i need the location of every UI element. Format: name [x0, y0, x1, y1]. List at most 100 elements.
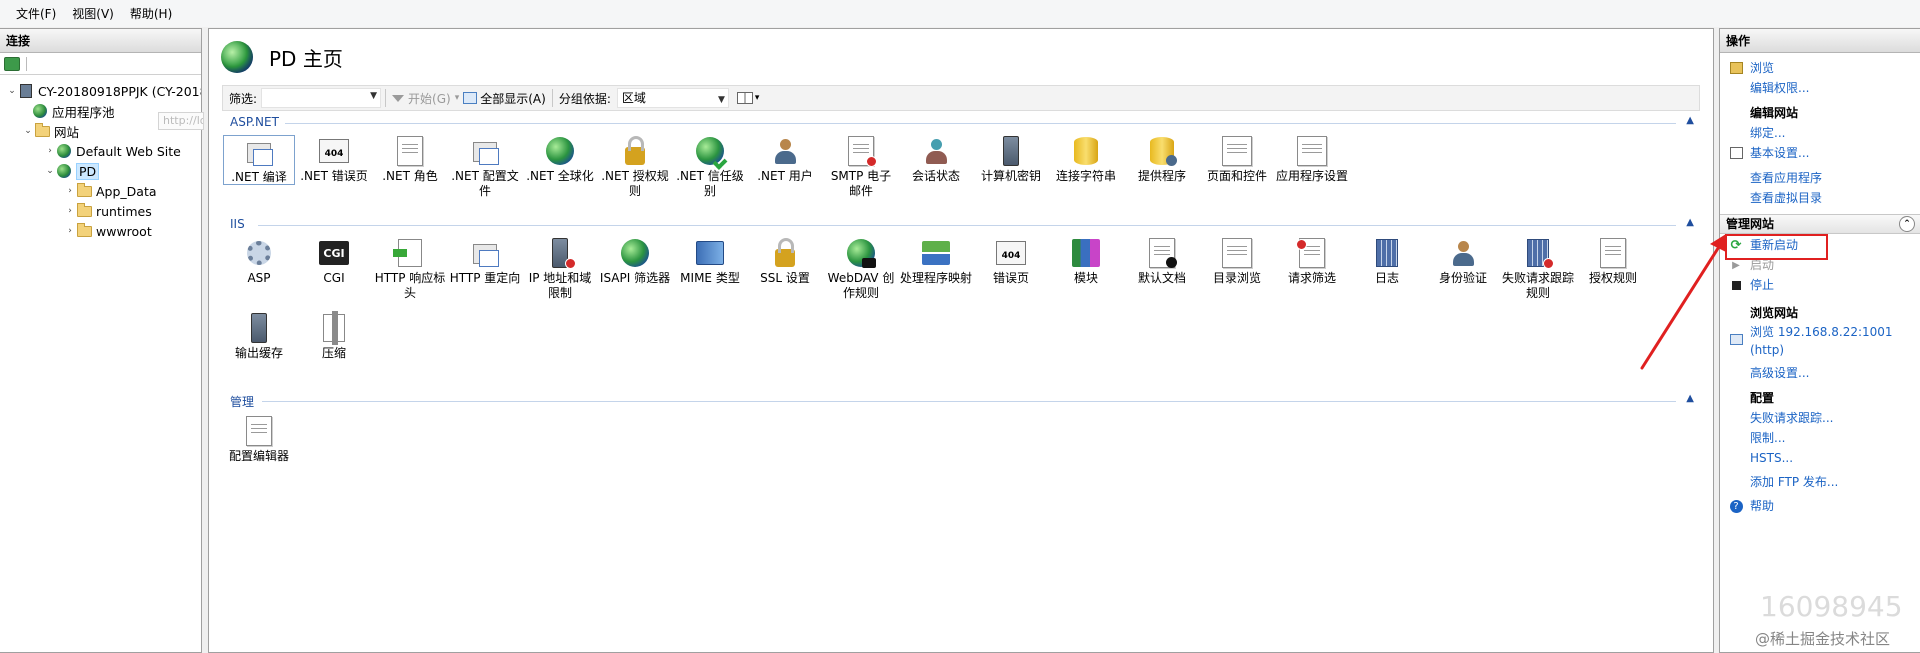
start-link[interactable]: 启动: [1750, 258, 1774, 273]
limits-link[interactable]: 限制...: [1750, 431, 1785, 446]
feature-label: HTTP 重定向: [449, 271, 521, 285]
feature-http-redirect[interactable]: HTTP 重定向: [449, 237, 521, 286]
feature-net-globalization[interactable]: .NET 全球化: [524, 135, 596, 184]
tree-node-wwwroot[interactable]: › wwwroot: [64, 221, 152, 241]
failed-request-tracing-link[interactable]: 失败请求跟踪...: [1750, 411, 1833, 426]
failed-request-tracing-icon: [1522, 237, 1554, 269]
group-by-select[interactable]: 区域 ▼: [616, 88, 729, 109]
feature-output-caching[interactable]: 输出缓存: [223, 312, 295, 361]
expand-arrow-icon[interactable]: ›: [64, 226, 76, 236]
collapse-chevron-icon[interactable]: ⌃: [1899, 216, 1915, 232]
view-applications-link[interactable]: 查看应用程序: [1750, 171, 1822, 186]
browse-link[interactable]: 浏览: [1750, 61, 1774, 76]
add-ftp-publishing-link[interactable]: 添加 FTP 发布...: [1750, 475, 1838, 490]
feature-ip-domain-restrictions[interactable]: IP 地址和域限制: [524, 237, 596, 301]
toolbar-divider: [385, 89, 387, 107]
feature-error-pages[interactable]: 404 错误页: [975, 237, 1047, 286]
view-virtual-directories-link[interactable]: 查看虚拟目录: [1750, 191, 1822, 206]
tree-node-label: PD: [76, 162, 100, 180]
feature-authentication[interactable]: 身份验证: [1427, 237, 1499, 286]
tree-node-default-web-site[interactable]: › Default Web Site: [44, 141, 181, 161]
feature-connection-strings[interactable]: 连接字符串: [1050, 135, 1122, 184]
feature-label: .NET 用户: [757, 169, 813, 183]
feature-ssl-settings[interactable]: SSL 设置: [749, 237, 821, 286]
manage-site-group-header[interactable]: 管理网站 ⌃: [1720, 214, 1920, 234]
menu-view[interactable]: 视图(V): [64, 5, 122, 22]
feature-asp[interactable]: ASP: [223, 237, 295, 286]
show-all-button[interactable]: 全部显示(A): [461, 90, 548, 107]
tree-node-server[interactable]: ⌄ CY-20180918PPJK (CY-2018: [6, 81, 201, 101]
section-iis[interactable]: IIS ▲: [222, 217, 1700, 233]
feature-mime-types[interactable]: MIME 类型: [674, 237, 746, 286]
browse-site-heading: 浏览网站: [1750, 306, 1799, 320]
hsts-link[interactable]: HSTS...: [1750, 451, 1793, 466]
collapse-chevron-icon[interactable]: ▲: [1686, 115, 1694, 126]
dropdown-arrow-icon[interactable]: ▼: [718, 91, 725, 109]
feature-net-users[interactable]: .NET 用户: [749, 135, 821, 184]
feature-session-state[interactable]: 会话状态: [900, 135, 972, 184]
edit-site-heading: 编辑网站: [1750, 106, 1799, 120]
start-dropdown-arrow-icon[interactable]: ▾: [453, 93, 462, 103]
feature-webdav-authoring[interactable]: WebDAV 创作规则: [825, 237, 897, 301]
feature-modules[interactable]: 模块: [1050, 237, 1122, 286]
collapse-chevron-icon[interactable]: ▲: [1686, 393, 1694, 404]
feature-request-filtering[interactable]: 请求筛选: [1276, 237, 1348, 286]
basic-settings-link[interactable]: 基本设置...: [1750, 146, 1809, 161]
providers-icon: [1146, 135, 1178, 167]
menu-help[interactable]: 帮助(H): [122, 5, 180, 22]
feature-app-settings[interactable]: 应用程序设置: [1276, 135, 1348, 184]
feature-net-roles[interactable]: .NET 角色: [374, 135, 446, 184]
collapse-chevron-icon[interactable]: ▲: [1686, 217, 1694, 228]
feature-isapi-filters[interactable]: ISAPI 筛选器: [599, 237, 671, 286]
bindings-link[interactable]: 绑定...: [1750, 126, 1785, 141]
feature-compression[interactable]: 压缩: [298, 311, 370, 361]
tree-node-app-data[interactable]: › App_Data: [64, 181, 157, 201]
start-filter-button[interactable]: 开始(G): [390, 90, 453, 107]
tree-node-pd[interactable]: ⌄ PD: [44, 161, 100, 181]
feature-configuration-editor[interactable]: 配置编辑器: [223, 415, 295, 464]
expand-arrow-icon[interactable]: ⌄: [22, 126, 34, 136]
section-management[interactable]: 管理 ▲: [222, 393, 1700, 410]
dropdown-arrow-icon[interactable]: ▼: [370, 91, 377, 101]
tree-node-app-pools[interactable]: 应用程序池: [32, 101, 115, 121]
feature-handler-mappings[interactable]: 处理程序映射: [900, 237, 972, 286]
feature-http-response-headers[interactable]: HTTP 响应标头: [374, 237, 446, 301]
feature-net-compile[interactable]: .NET 编译: [223, 135, 295, 185]
connect-icon[interactable]: [4, 56, 20, 71]
view-mode-button[interactable]: ▾: [735, 92, 762, 104]
feature-providers[interactable]: 提供程序: [1126, 135, 1198, 184]
configuration-editor-icon: [243, 415, 275, 447]
feature-default-document[interactable]: 默认文档: [1126, 237, 1198, 286]
edit-permissions-link[interactable]: 编辑权限...: [1750, 81, 1809, 96]
menu-file[interactable]: 文件(F): [8, 5, 64, 22]
feature-machine-key[interactable]: 计算机密钥: [975, 135, 1047, 184]
request-filtering-icon: [1296, 237, 1328, 269]
feature-logging[interactable]: 日志: [1351, 237, 1423, 286]
feature-net-trust-levels[interactable]: .NET 信任级别: [674, 135, 746, 199]
advanced-settings-link[interactable]: 高级设置...: [1750, 366, 1809, 381]
section-aspnet[interactable]: ASP.NET ▲: [222, 115, 1700, 131]
feature-failed-request-tracing[interactable]: 失败请求跟踪规则: [1502, 237, 1574, 301]
feature-net-authorization[interactable]: .NET 授权规则: [599, 135, 671, 199]
help-link[interactable]: 帮助: [1750, 499, 1774, 514]
tree-node-runtimes[interactable]: › runtimes: [64, 201, 152, 221]
feature-smtp-email[interactable]: SMTP 电子邮件: [825, 135, 897, 199]
filter-input[interactable]: ▼: [261, 88, 382, 108]
feature-pages-controls[interactable]: 页面和控件: [1201, 135, 1273, 184]
browse-url-link[interactable]: 浏览 192.168.8.22:1001 (http): [1750, 325, 1893, 358]
expand-arrow-icon[interactable]: ›: [64, 186, 76, 196]
stop-link[interactable]: 停止: [1750, 278, 1774, 293]
feature-net-profile[interactable]: .NET 配置文件: [449, 135, 521, 199]
expand-arrow-icon[interactable]: ⌄: [44, 166, 56, 176]
feature-directory-browsing[interactable]: 目录浏览: [1201, 237, 1273, 286]
expand-arrow-icon[interactable]: ›: [64, 206, 76, 216]
tree-node-sites[interactable]: ⌄ 网站: [22, 121, 79, 141]
tree-node-label: Default Web Site: [76, 143, 181, 159]
sites-folder-icon: [34, 122, 50, 139]
annotation-arrow-icon: [1640, 234, 1726, 370]
pages-controls-icon: [1221, 135, 1253, 167]
feature-net-error-pages[interactable]: 404 .NET 错误页: [298, 135, 370, 184]
expand-arrow-icon[interactable]: ⌄: [6, 86, 18, 96]
expand-arrow-icon[interactable]: ›: [44, 146, 56, 156]
feature-cgi[interactable]: CGI CGI: [298, 237, 370, 286]
